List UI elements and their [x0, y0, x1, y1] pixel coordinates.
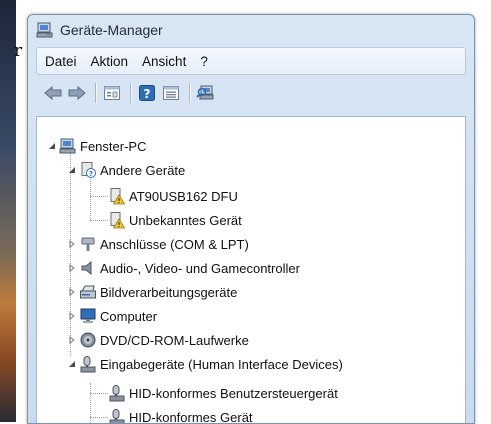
tree-item-hid[interactable]: Eingabegeräte (Human Interface Devices): [67, 353, 343, 375]
tree-item-at90usb162[interactable]: AT90USB162 DFU: [108, 185, 238, 207]
unknown-device-icon: ?: [79, 161, 97, 179]
device-tree: Fenster-PC ? Andere Geräte: [37, 117, 465, 423]
toolbar-separator: [130, 83, 131, 103]
desktop-background: [0, 0, 16, 422]
warning-device-icon: [108, 211, 126, 229]
tree-label-unknown-device: Unbekanntes Gerät: [129, 213, 242, 228]
forward-arrow-icon: [67, 85, 87, 101]
tree-item-unknown-device[interactable]: Unbekanntes Gerät: [108, 209, 242, 231]
tree-item-hid-device[interactable]: HID-konformes Gerät: [108, 406, 253, 424]
collapsed-arrow-icon[interactable]: [67, 287, 77, 297]
expanded-arrow-icon[interactable]: [47, 141, 57, 151]
monitor-icon: [79, 307, 97, 325]
properties-icon: [103, 84, 121, 102]
help-button[interactable]: ?: [136, 82, 158, 104]
scan-hardware-icon: [196, 84, 216, 102]
svg-text:?: ?: [144, 87, 151, 101]
tree-label-ports: Anschlüsse (COM & LPT): [100, 237, 249, 252]
device-manager-icon: [36, 21, 54, 39]
menu-datei[interactable]: Datei: [39, 54, 83, 69]
tree-label-other-devices: Andere Geräte: [100, 163, 185, 178]
tree-item-dvd[interactable]: DVD/CD-ROM-Laufwerke: [67, 329, 249, 351]
collapsed-arrow-icon[interactable]: [67, 335, 77, 345]
device-tree-panel: Fenster-PC ? Andere Geräte: [36, 116, 466, 423]
tree-label-computer: Computer: [100, 309, 157, 324]
tree-item-ports[interactable]: Anschlüsse (COM & LPT): [67, 233, 249, 255]
tree-item-audio[interactable]: Audio-, Video- und Gamecontroller: [67, 257, 300, 279]
scan-hardware-button[interactable]: [195, 82, 217, 104]
tree-label-dvd: DVD/CD-ROM-Laufwerke: [100, 333, 249, 348]
scanner-icon: [79, 283, 97, 301]
expanded-arrow-icon[interactable]: [67, 359, 77, 369]
collapsed-arrow-icon[interactable]: [67, 239, 77, 249]
menu-aktion[interactable]: Aktion: [85, 54, 135, 69]
tree-item-root[interactable]: Fenster-PC: [47, 135, 146, 157]
menu-help[interactable]: ?: [194, 54, 214, 69]
collapsed-arrow-icon[interactable]: [67, 263, 77, 273]
expanded-arrow-icon[interactable]: [67, 165, 77, 175]
speaker-icon: [79, 259, 97, 277]
back-arrow-icon: [43, 85, 63, 101]
menu-bar: Datei Aktion Ansicht ?: [36, 47, 466, 75]
toolbar: ?: [36, 76, 466, 110]
back-button[interactable]: [42, 82, 64, 104]
title-bar[interactable]: Geräte-Manager: [28, 15, 474, 45]
hid-device-icon: [79, 355, 97, 373]
hid-device-icon: [108, 384, 126, 402]
tree-connector: [90, 220, 108, 221]
tree-label-at90usb162: AT90USB162 DFU: [129, 189, 238, 204]
partial-background-text: r: [14, 41, 22, 61]
toolbar-separator: [189, 83, 190, 103]
tree-item-hid-control[interactable]: HID-konformes Benutzersteuergerät: [108, 382, 338, 404]
tree-item-computer[interactable]: Computer: [67, 305, 157, 327]
view-icon: [162, 84, 180, 102]
tree-label-hid: Eingabegeräte (Human Interface Devices): [100, 357, 343, 372]
tree-label-imaging: Bildverarbeitungsgeräte: [100, 285, 237, 300]
device-manager-window: Geräte-Manager Datei Aktion Ansicht ?: [27, 14, 475, 424]
tree-item-other-devices[interactable]: ? Andere Geräte: [67, 159, 185, 181]
tree-label-root: Fenster-PC: [80, 139, 146, 154]
window-title: Geräte-Manager: [60, 22, 163, 38]
tree-connector: [90, 417, 108, 418]
tree-item-imaging[interactable]: Bildverarbeitungsgeräte: [67, 281, 237, 303]
tree-connector: [90, 196, 108, 197]
tree-label-audio: Audio-, Video- und Gamecontroller: [100, 261, 300, 276]
svg-text:?: ?: [89, 170, 93, 178]
tree-label-hid-control: HID-konformes Benutzersteuergerät: [129, 386, 338, 401]
help-icon: ?: [138, 84, 156, 102]
tree-connector: [90, 393, 108, 394]
menu-ansicht[interactable]: Ansicht: [136, 54, 192, 69]
warning-device-icon: [108, 187, 126, 205]
disc-drive-icon: [79, 331, 97, 349]
view-button[interactable]: [160, 82, 182, 104]
port-icon: [79, 235, 97, 253]
properties-button[interactable]: [101, 82, 123, 104]
toolbar-separator: [95, 83, 96, 103]
computer-icon: [59, 137, 77, 155]
collapsed-arrow-icon[interactable]: [67, 311, 77, 321]
forward-button[interactable]: [66, 82, 88, 104]
